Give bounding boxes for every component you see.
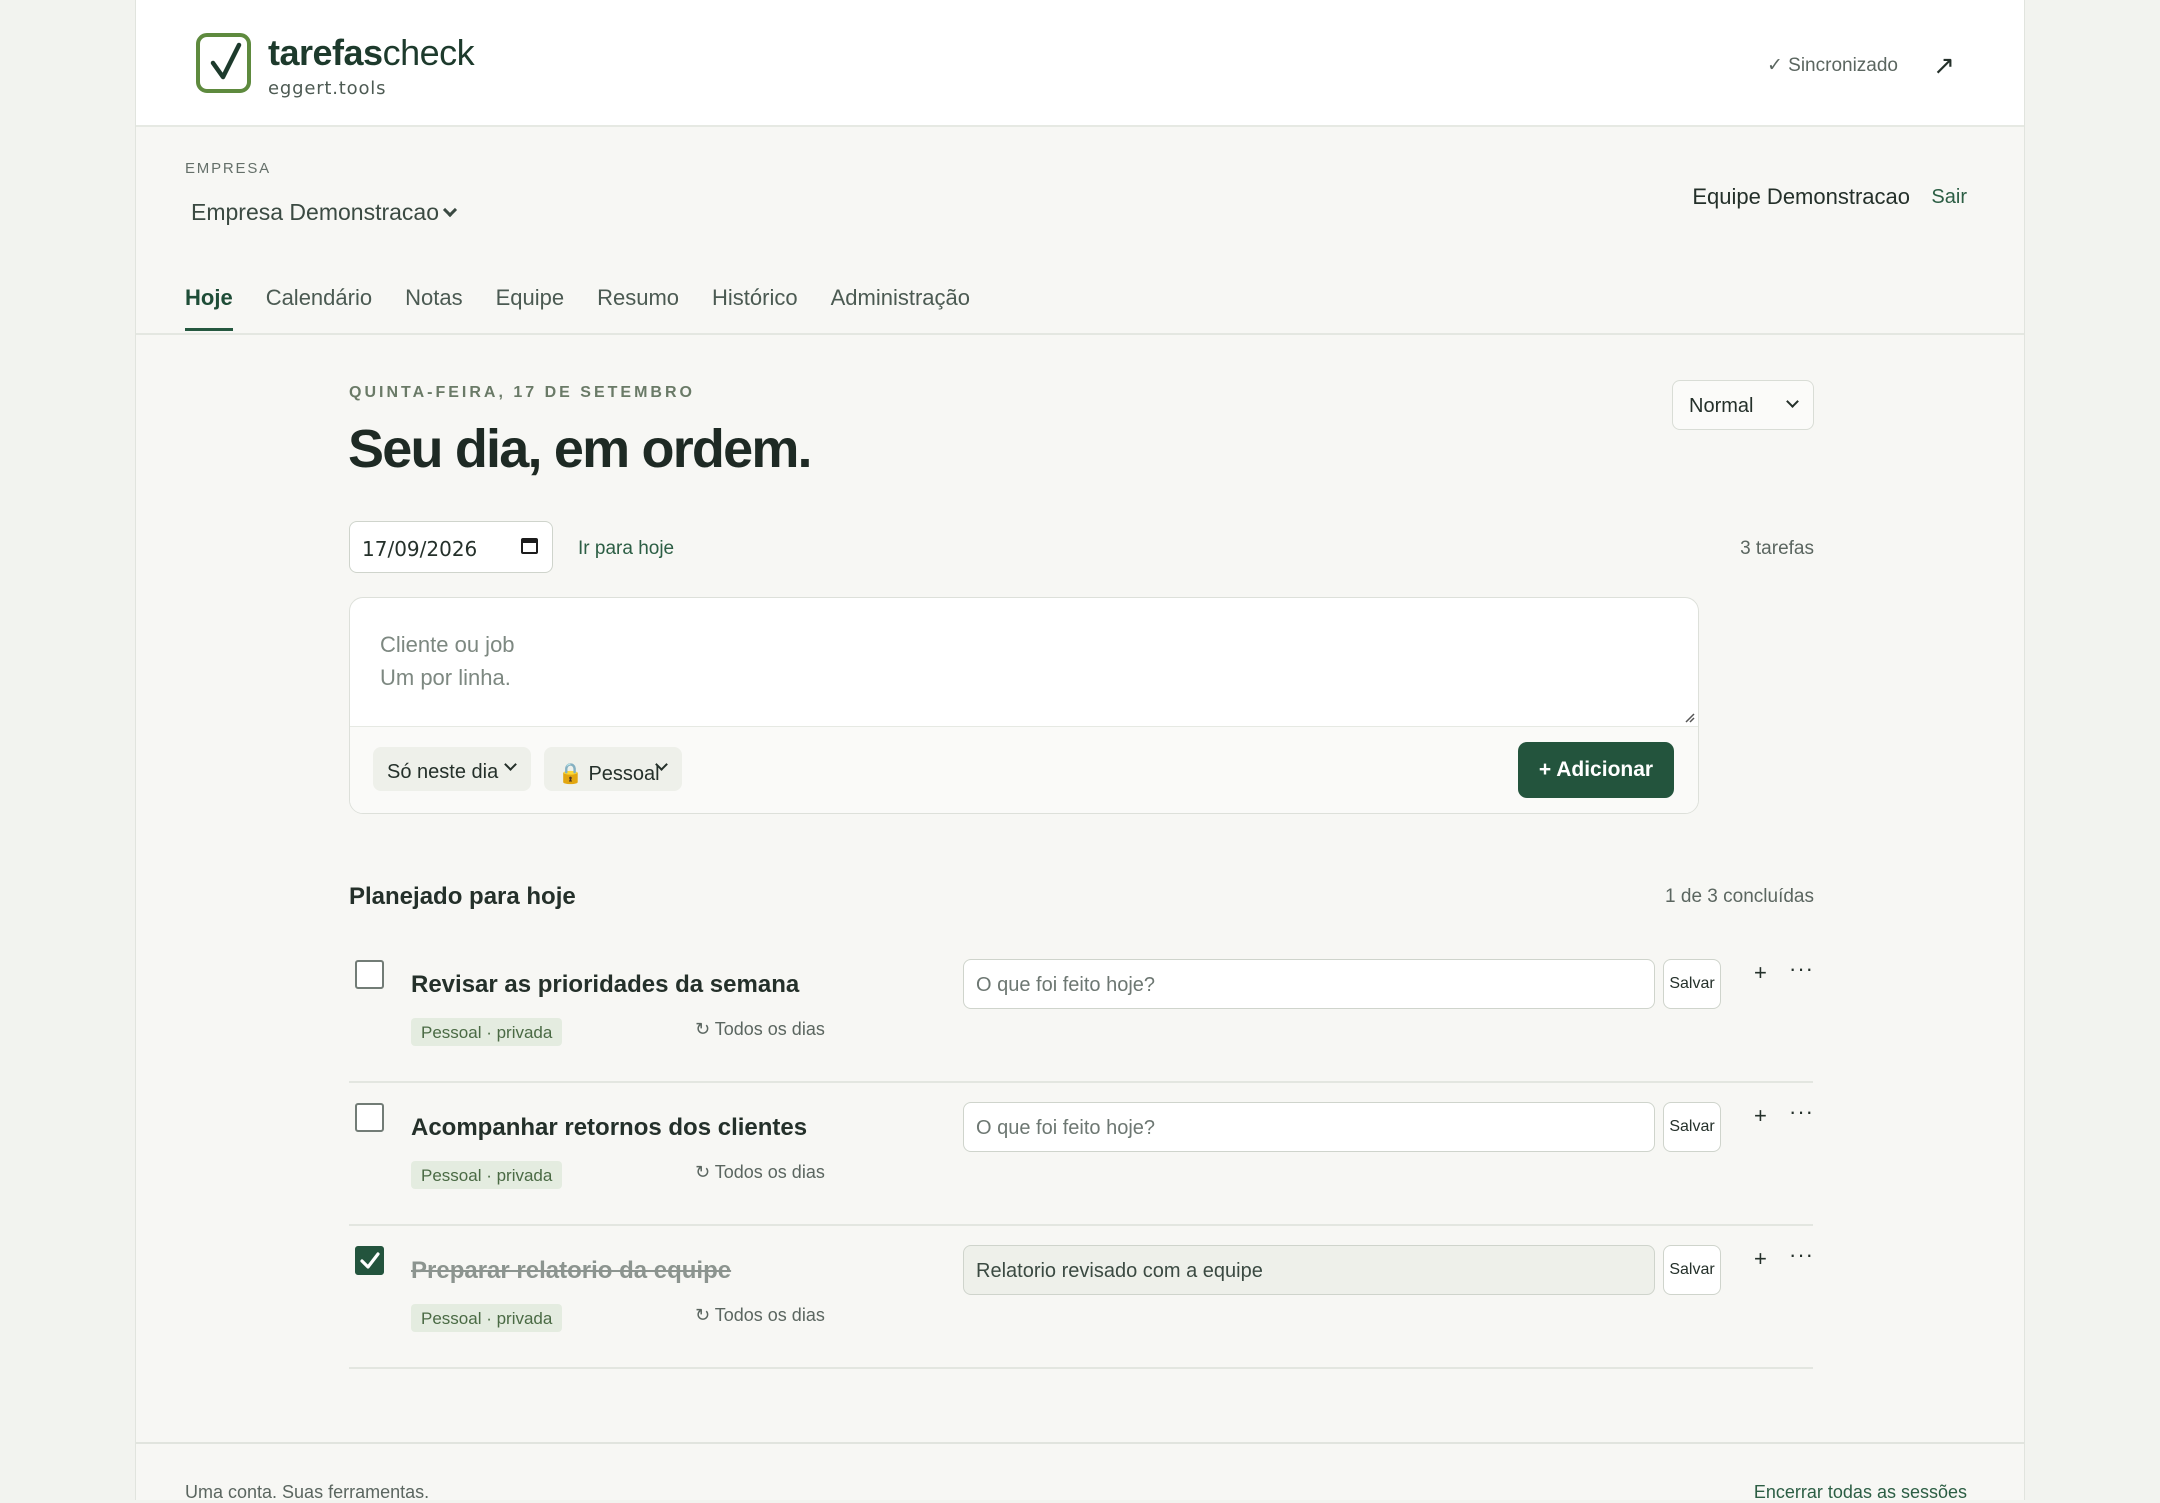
task-count: 3 tarefas — [1740, 538, 1814, 559]
repeat-label: ↻ Todos os dias — [695, 1019, 825, 1039]
add-subtask-button[interactable]: + — [1754, 1103, 1767, 1129]
section-title: Planejado para hoje — [349, 883, 576, 910]
app-shell: tarefascheck eggert.tools ✓ Sincronizado… — [135, 0, 2025, 1502]
date-eyebrow: QUINTA-FEIRA, 17 DE SETEMBRO — [349, 384, 695, 401]
add-task-button[interactable]: + Adicionar — [1518, 742, 1674, 798]
tab-administracao[interactable]: Administração — [831, 285, 970, 331]
external-link-icon[interactable]: ↗ — [1933, 50, 1955, 81]
save-button[interactable]: Salvar — [1663, 1102, 1721, 1152]
task-title: Revisar as prioridades da semana — [411, 971, 800, 998]
more-options-icon[interactable]: ··· — [1789, 1099, 1814, 1125]
tab-hoje[interactable]: Hoje — [185, 285, 233, 331]
go-today-link[interactable]: Ir para hoje — [578, 538, 674, 560]
date-picker-input[interactable]: 17/09/2026 — [349, 521, 553, 573]
task-row: Preparar relatorio da equipe Pessoal · p… — [349, 1226, 1813, 1369]
team-name: Equipe Demonstracao — [1692, 184, 1910, 209]
density-select[interactable]: Normal — [1672, 380, 1814, 430]
task-row: Acompanhar retornos dos clientes Pessoal… — [349, 1083, 1813, 1226]
visibility-tag: Pessoal · privada — [411, 1161, 563, 1189]
task-checkbox[interactable] — [355, 960, 384, 989]
company-label: EMPRESA — [185, 160, 271, 177]
chevron-down-icon — [442, 202, 458, 218]
main-tabs: Hoje Calendário Notas Equipe Resumo Hist… — [185, 285, 1003, 331]
calendar-icon[interactable] — [521, 538, 538, 554]
save-button[interactable]: Salvar — [1663, 959, 1721, 1009]
add-subtask-button[interactable]: + — [1754, 1246, 1767, 1272]
tab-notas[interactable]: Notas — [405, 285, 462, 331]
task-note-input[interactable]: Relatorio revisado com a equipe — [963, 1245, 1655, 1295]
resize-handle-icon[interactable] — [1683, 711, 1695, 723]
visibility-tag: Pessoal · privada — [411, 1304, 563, 1332]
task-title: Preparar relatorio da equipe — [411, 1257, 732, 1284]
section-progress: 1 de 3 concluídas — [1665, 886, 1814, 907]
chevron-down-icon — [504, 758, 517, 771]
top-bar: tarefascheck eggert.tools ✓ Sincronizado… — [136, 0, 2024, 127]
tabs-divider — [136, 333, 2024, 335]
brand-subtitle: eggert.tools — [268, 78, 387, 99]
task-checkbox[interactable] — [355, 1103, 384, 1132]
tab-resumo[interactable]: Resumo — [597, 285, 679, 331]
task-input[interactable]: Cliente ou job Um por linha. — [380, 628, 515, 694]
task-row: Revisar as prioridades da semana Pessoal… — [349, 940, 1813, 1083]
task-title: Acompanhar retornos dos clientes — [411, 1114, 808, 1141]
sync-status: ✓ Sincronizado — [1766, 55, 1898, 76]
tab-historico[interactable]: Histórico — [712, 285, 798, 331]
task-note-input[interactable]: O que foi feito hoje? — [963, 1102, 1655, 1152]
add-subtask-button[interactable]: + — [1754, 960, 1767, 986]
task-note-input[interactable]: O que foi feito hoje? — [963, 959, 1655, 1009]
repeat-label: ↻ Todos os dias — [695, 1162, 825, 1182]
repeat-label: ↻ Todos os dias — [695, 1305, 825, 1325]
more-options-icon[interactable]: ··· — [1789, 956, 1814, 982]
composer-toolbar: Só neste dia 🔒 Pessoal + Adicionar — [350, 726, 1698, 813]
checkmark-logo-icon — [196, 33, 251, 93]
visibility-tag: Pessoal · privada — [411, 1018, 563, 1046]
brand-name[interactable]: tarefascheck — [268, 32, 475, 74]
tab-calendario[interactable]: Calendário — [266, 285, 372, 331]
task-checkbox[interactable] — [355, 1246, 384, 1275]
check-icon — [360, 1252, 380, 1269]
logout-link[interactable]: Sair — [1931, 186, 1967, 209]
footer-divider — [136, 1442, 2024, 1444]
save-button[interactable]: Salvar — [1663, 1245, 1721, 1295]
page-title: Seu dia, em ordem. — [348, 419, 813, 479]
recurrence-select[interactable]: Só neste dia — [373, 747, 531, 791]
company-select[interactable]: Empresa Demonstracao — [191, 199, 458, 226]
tab-equipe[interactable]: Equipe — [496, 285, 565, 331]
task-composer: Cliente ou job Um por linha. Só neste di… — [349, 597, 1699, 814]
visibility-select[interactable]: 🔒 Pessoal — [544, 747, 682, 791]
more-options-icon[interactable]: ··· — [1789, 1242, 1814, 1268]
chevron-down-icon — [1786, 395, 1799, 408]
